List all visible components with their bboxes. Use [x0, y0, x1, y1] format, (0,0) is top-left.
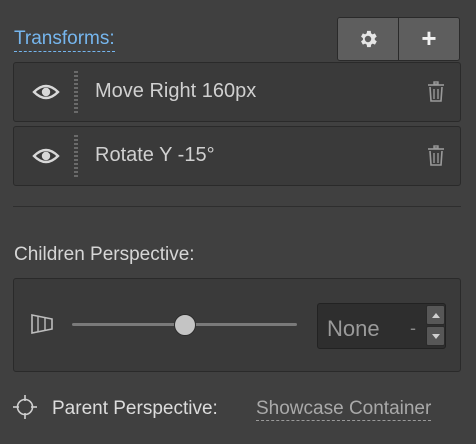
eye-icon[interactable] [32, 145, 60, 167]
divider [13, 206, 461, 207]
perspective-icon [31, 314, 53, 334]
transform-row[interactable]: Move Right 160px [13, 62, 461, 122]
stepper-up-button[interactable] [426, 305, 445, 325]
caret-up-icon [431, 312, 440, 318]
caret-down-icon [431, 333, 440, 339]
perspective-value[interactable]: None [327, 316, 380, 342]
parent-perspective-label: Parent Perspective: [52, 398, 218, 419]
trash-icon[interactable] [427, 145, 445, 167]
perspective-slider-thumb[interactable] [173, 314, 196, 336]
plus-icon: + [421, 23, 437, 53]
perspective-input[interactable]: None - [317, 303, 446, 349]
parent-perspective-link[interactable]: Showcase Container [256, 398, 432, 421]
gear-icon [361, 30, 377, 48]
transforms-label[interactable]: Transforms: [14, 28, 115, 52]
drag-handle[interactable] [74, 71, 78, 113]
add-transform-button[interactable]: + [398, 18, 459, 60]
stepper-down-button[interactable] [426, 326, 445, 346]
crosshair-icon [13, 395, 37, 419]
settings-button[interactable] [338, 18, 398, 60]
transform-label: Move Right 160px [95, 80, 257, 102]
transform-actions: + [337, 17, 460, 61]
children-perspective-label: Children Perspective: [14, 244, 195, 265]
transform-label: Rotate Y -15° [95, 144, 215, 166]
trash-icon[interactable] [427, 81, 445, 103]
perspective-panel: None - [13, 278, 461, 372]
perspective-stepper [426, 305, 445, 347]
perspective-unit: - [410, 318, 416, 338]
drag-handle[interactable] [74, 135, 78, 177]
transform-row[interactable]: Rotate Y -15° [13, 126, 461, 186]
eye-icon[interactable] [32, 81, 60, 103]
